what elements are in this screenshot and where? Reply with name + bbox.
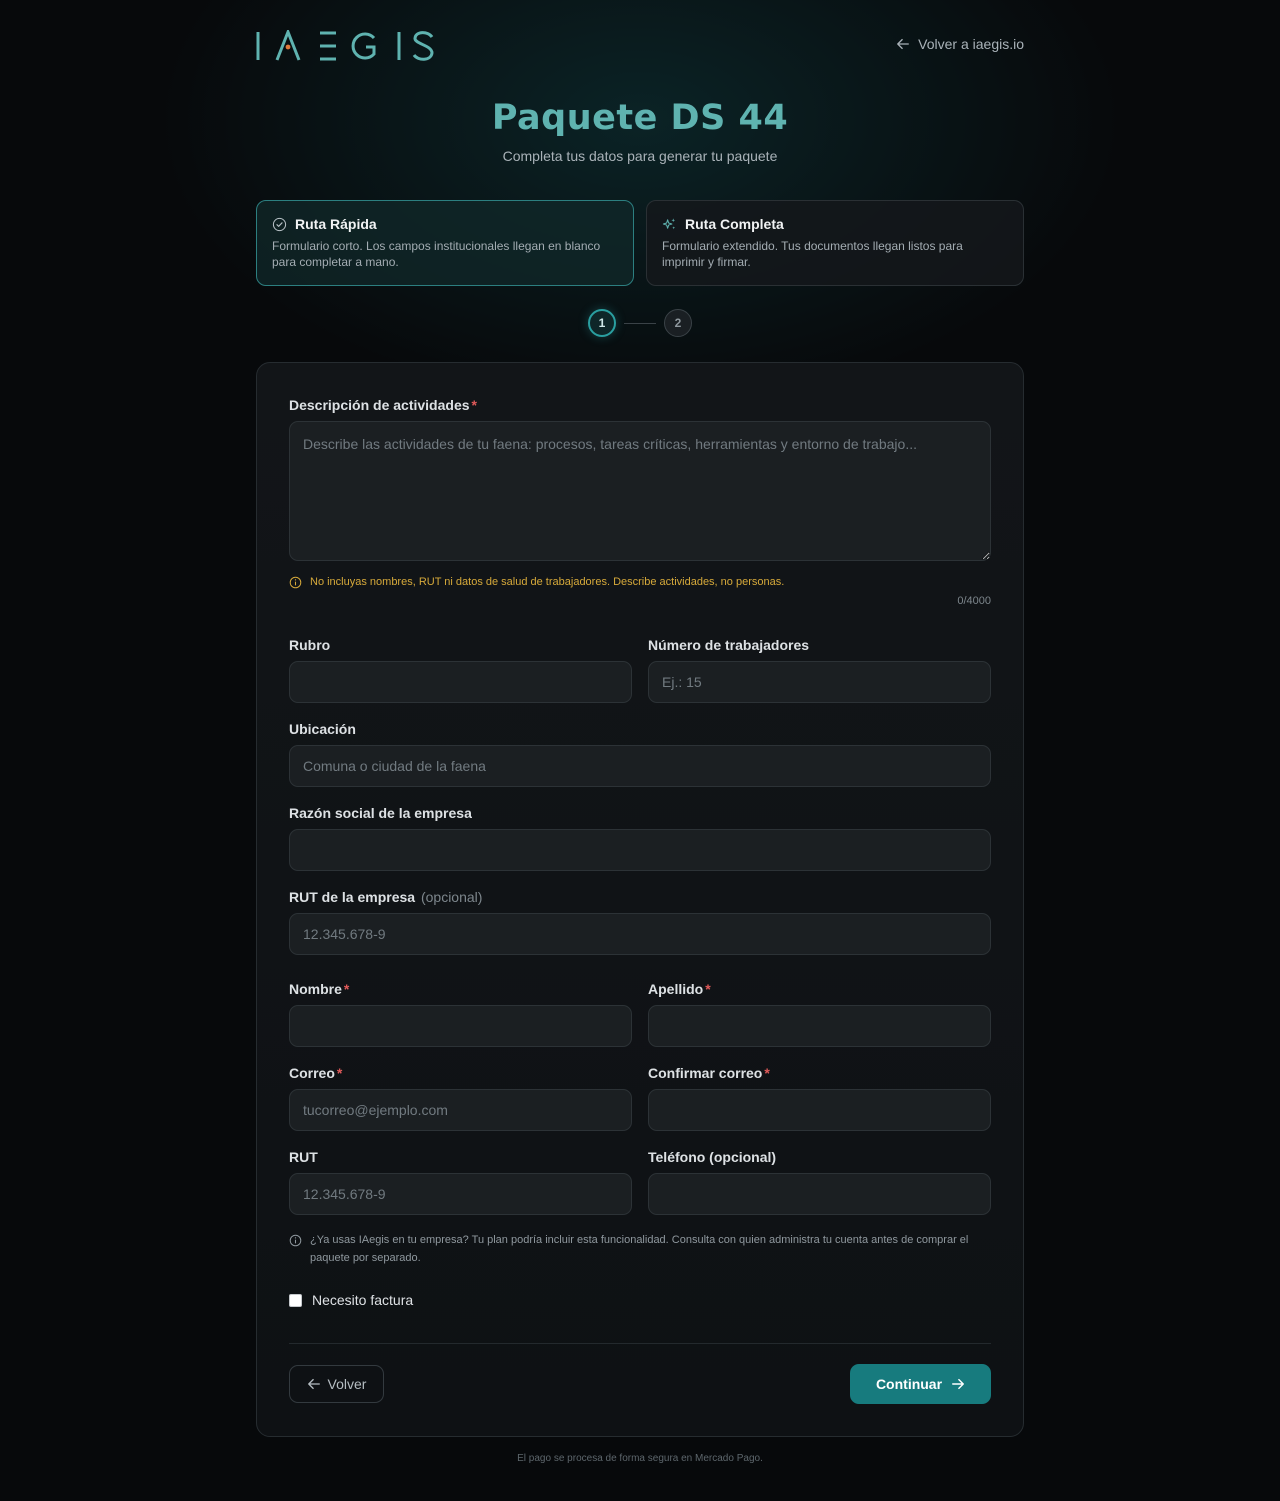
required-mark: * bbox=[764, 1065, 770, 1081]
sparkles-icon bbox=[662, 217, 676, 229]
payment-footer-note: El pago se procesa de forma segura en Me… bbox=[517, 1453, 763, 1464]
telefono-input[interactable] bbox=[648, 1173, 991, 1215]
continue-button[interactable]: Continuar bbox=[850, 1364, 991, 1404]
rut-input[interactable] bbox=[289, 1173, 632, 1215]
step-2: 2 bbox=[664, 309, 692, 337]
route-completa-title: Ruta Completa bbox=[685, 216, 784, 232]
factura-label: Necesito factura bbox=[312, 1292, 414, 1308]
correo-label-text: Correo bbox=[289, 1065, 335, 1081]
back-to-site-link[interactable]: Volver a iaegis.io bbox=[896, 36, 1024, 52]
route-completa-description: Formulario extendido. Tus documentos lle… bbox=[662, 239, 963, 269]
step-1: 1 bbox=[588, 309, 616, 337]
optional-tag: (opcional) bbox=[420, 889, 483, 905]
apellido-label-text: Apellido bbox=[648, 981, 704, 997]
rubro-label: Rubro bbox=[289, 637, 331, 653]
check-circle-icon bbox=[272, 217, 287, 231]
info-circle-icon bbox=[289, 1234, 302, 1247]
apellido-label: Apellido * bbox=[648, 981, 711, 997]
plan-info-note: ¿Ya usas IAegis en tu empresa? Tu plan p… bbox=[289, 1231, 991, 1267]
required-mark: * bbox=[343, 981, 350, 997]
correo-input[interactable] bbox=[289, 1089, 632, 1131]
trabajadores-label: Número de trabajadores bbox=[648, 637, 810, 653]
back-button[interactable]: Volver bbox=[289, 1365, 384, 1403]
required-mark: * bbox=[471, 397, 477, 413]
info-circle-icon bbox=[289, 576, 302, 589]
route-option-rapida[interactable]: Ruta Rápida Formulario corto. Los campos… bbox=[256, 200, 634, 286]
arrow-left-icon bbox=[897, 38, 910, 50]
back-button-label: Volver bbox=[327, 1376, 367, 1392]
descripcion-label: Descripción de actividades * bbox=[289, 397, 477, 413]
plan-info-text: ¿Ya usas IAegis en tu empresa? Tu plan p… bbox=[310, 1234, 969, 1264]
rut-label: RUT bbox=[289, 1149, 318, 1165]
privacy-warning-text: No incluyas nombres, RUT ni datos de sal… bbox=[310, 576, 785, 588]
back-to-site-label: Volver a iaegis.io bbox=[918, 36, 1024, 52]
trabajadores-input[interactable] bbox=[648, 661, 991, 703]
rut-empresa-label-text: RUT de la empresa bbox=[289, 889, 416, 905]
nombre-label: Nombre * bbox=[289, 981, 349, 997]
telefono-label: Teléfono (opcional) bbox=[648, 1149, 777, 1165]
nombre-label-text: Nombre bbox=[289, 981, 342, 997]
factura-checkbox[interactable] bbox=[289, 1293, 302, 1307]
character-counter: 0/4000 bbox=[957, 595, 991, 607]
actions-divider bbox=[289, 1343, 991, 1344]
iaegis-logo[interactable] bbox=[256, 30, 436, 62]
rubro-input[interactable] bbox=[289, 661, 632, 703]
razon-social-input[interactable] bbox=[289, 829, 991, 871]
arrow-left-icon bbox=[307, 1378, 320, 1390]
route-rapida-title: Ruta Rápida bbox=[295, 216, 377, 232]
page-title: Paquete DS 44 bbox=[491, 98, 789, 138]
privacy-warning: No incluyas nombres, RUT ni datos de sal… bbox=[289, 573, 991, 591]
ubicacion-input[interactable] bbox=[289, 745, 991, 787]
descripcion-label-text: Descripción de actividades bbox=[289, 397, 470, 413]
progress-stepper: 1 2 bbox=[587, 309, 693, 339]
arrow-right-icon bbox=[952, 1378, 964, 1390]
form-card: Descripción de actividades* No incluyas … bbox=[256, 362, 1024, 1437]
apellido-input[interactable] bbox=[648, 1005, 991, 1047]
confirmar-correo-label: Confirmar correo * bbox=[648, 1065, 770, 1081]
route-rapida-description: Formulario corto. Los campos institucion… bbox=[272, 239, 601, 269]
razon-social-label: Razón social de la empresa bbox=[289, 805, 472, 821]
confirmar-correo-input[interactable] bbox=[648, 1089, 991, 1131]
nombre-input[interactable] bbox=[289, 1005, 632, 1047]
required-mark: * bbox=[705, 981, 711, 997]
ubicacion-label: Ubicación bbox=[289, 721, 356, 737]
confirmar-correo-label-text: Confirmar correo bbox=[648, 1065, 763, 1081]
correo-label: Correo * bbox=[289, 1065, 342, 1081]
required-mark: * bbox=[336, 1065, 343, 1081]
logo-wordmark bbox=[256, 30, 434, 61]
step-connector bbox=[624, 323, 656, 324]
factura-checkbox-row[interactable]: Necesito factura bbox=[289, 1292, 413, 1308]
route-option-completa[interactable]: Ruta Completa Formulario extendido. Tus … bbox=[646, 200, 1024, 286]
continue-button-label: Continuar bbox=[875, 1376, 943, 1392]
rut-empresa-input[interactable] bbox=[289, 913, 991, 955]
descripcion-textarea[interactable] bbox=[289, 421, 991, 561]
rut-empresa-label: RUT de la empresa (opcional) bbox=[289, 889, 482, 905]
page-subtitle: Completa tus datos para generar tu paque… bbox=[502, 148, 778, 164]
